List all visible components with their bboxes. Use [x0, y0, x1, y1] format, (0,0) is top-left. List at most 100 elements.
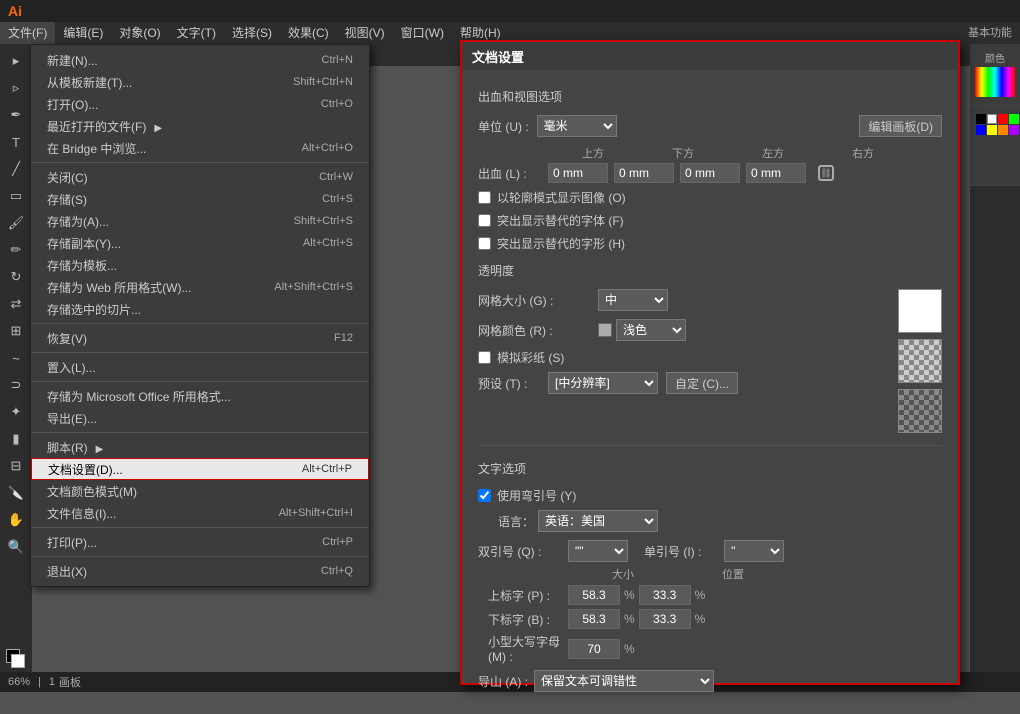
- preset-row: 预设 (T) : [中分辨率][高分辨率][低分辨率] 自定 (C)...: [478, 372, 888, 394]
- dropdown-item-6[interactable]: 存储(S)Ctrl+S: [31, 188, 369, 210]
- tool-type[interactable]: T: [2, 129, 30, 155]
- superscript-label: 上标字 (P) :: [488, 587, 568, 604]
- tool-pen[interactable]: ✒: [2, 102, 30, 128]
- swatch-panel-strip[interactable]: [970, 106, 1020, 186]
- menubar-item-view[interactable]: 视图(V): [337, 22, 393, 44]
- outline-mode-row: 以轮廓模式显示图像 (O): [478, 189, 942, 206]
- dropdown-item-1[interactable]: 从模板新建(T)...Shift+Ctrl+N: [31, 71, 369, 93]
- shortcut-label: Ctrl+W: [319, 171, 353, 183]
- menu-separator: [31, 556, 369, 557]
- dropdown-item-18[interactable]: 文档颜色模式(M): [31, 480, 369, 502]
- menubar-item-window[interactable]: 窗口(W): [393, 22, 452, 44]
- simulate-paper-checkbox[interactable]: [478, 351, 491, 364]
- grid-previews: [898, 289, 942, 433]
- superscript-size-input[interactable]: [568, 585, 620, 605]
- dropdown-item-3[interactable]: 最近打开的文件(F)▶: [31, 115, 369, 137]
- tool-rotate[interactable]: ↻: [2, 264, 30, 290]
- simulate-paper-row: 模拟彩纸 (S): [478, 349, 888, 366]
- grid-color-swatch: [598, 323, 612, 337]
- superscript-pos-input[interactable]: [639, 585, 691, 605]
- quotes-row: 双引号 (Q) : "" 单引号 (I) : '': [478, 540, 942, 562]
- dropdown-item-5[interactable]: 关闭(C)Ctrl+W: [31, 166, 369, 188]
- grid-preview-checker-dark: [898, 389, 942, 433]
- bleed-top-input[interactable]: [548, 163, 608, 183]
- dropdown-item-14[interactable]: 存储为 Microsoft Office 所用格式...: [31, 385, 369, 407]
- edit-canvas-btn[interactable]: 编辑画板(D): [859, 115, 942, 137]
- dropdown-item-13[interactable]: 置入(L)...: [31, 356, 369, 378]
- subscript-pos-input[interactable]: [639, 609, 691, 629]
- shortcut-label: Alt+Shift+Ctrl+I: [279, 507, 353, 519]
- single-quote-select[interactable]: '': [724, 540, 784, 562]
- dropdown-item-15[interactable]: 导出(E)...: [31, 407, 369, 429]
- dropdown-item-19[interactable]: 文件信息(I)...Alt+Shift+Ctrl+I: [31, 502, 369, 524]
- bleed-bottom-header: 下方: [638, 145, 728, 161]
- dropdown-item-0[interactable]: 新建(N)...Ctrl+N: [31, 49, 369, 71]
- tool-warp[interactable]: ~: [2, 345, 30, 371]
- language-select[interactable]: 英语：美国: [538, 510, 658, 532]
- menubar-item-object[interactable]: 对象(O): [111, 22, 168, 44]
- preset-select[interactable]: [中分辨率][高分辨率][低分辨率]: [548, 372, 658, 394]
- dropdown-item-7[interactable]: 存储为(A)...Shift+Ctrl+S: [31, 210, 369, 232]
- highlight-glyphs-checkbox[interactable]: [478, 237, 491, 250]
- tool-symbol[interactable]: ✦: [2, 399, 30, 425]
- dropdown-item-20[interactable]: 打印(P)...Ctrl+P: [31, 531, 369, 553]
- tool-zoom[interactable]: 🔍: [2, 534, 30, 560]
- menu-separator: [31, 162, 369, 163]
- grid-color-select[interactable]: 浅色中等深色: [616, 319, 686, 341]
- grid-color-row: 网格颜色 (R) : 浅色中等深色: [478, 319, 888, 341]
- dropdown-item-8[interactable]: 存储副本(Y)...Alt+Ctrl+S: [31, 232, 369, 254]
- smart-quotes-checkbox[interactable]: [478, 489, 491, 502]
- tool-direct-select[interactable]: ▹: [2, 75, 30, 101]
- chain-link-icon[interactable]: ⛓: [818, 165, 834, 181]
- menubar-item-edit[interactable]: 编辑(E): [55, 22, 111, 44]
- tool-line[interactable]: ╱: [2, 156, 30, 182]
- outline-mode-checkbox[interactable]: [478, 191, 491, 204]
- dropdown-item-11[interactable]: 存储选中的切片...: [31, 298, 369, 320]
- tool-rectangle[interactable]: ▭: [2, 183, 30, 209]
- menubar-item-text[interactable]: 文字(T): [169, 22, 224, 44]
- custom-btn[interactable]: 自定 (C)...: [666, 372, 738, 394]
- menubar-item-file[interactable]: 文件(F): [0, 22, 55, 44]
- transparency-controls: 网格大小 (G) : 中小大 网格颜色 (R) : 浅色中等深色: [478, 289, 888, 433]
- tool-scale[interactable]: ⊞: [2, 318, 30, 344]
- unit-select[interactable]: 毫米 像素 厘米: [537, 115, 617, 137]
- dropdown-item-9[interactable]: 存储为模板...: [31, 254, 369, 276]
- small-caps-input[interactable]: [568, 639, 620, 659]
- transparency-section-title: 透明度: [478, 262, 942, 279]
- bleed-top-header: 上方: [548, 145, 638, 161]
- tool-select[interactable]: ▸: [2, 48, 30, 74]
- dropdown-item-10[interactable]: 存储为 Web 所用格式(W)...Alt+Shift+Ctrl+S: [31, 276, 369, 298]
- menubar-item-select[interactable]: 选择(S): [224, 22, 280, 44]
- dropdown-item-21[interactable]: 退出(X)Ctrl+Q: [31, 560, 369, 582]
- tool-hand[interactable]: ✋: [2, 507, 30, 533]
- subscript-size-input[interactable]: [568, 609, 620, 629]
- tool-paintbrush[interactable]: 🖌: [2, 210, 30, 236]
- highlight-fonts-checkbox[interactable]: [478, 214, 491, 227]
- preset-label: 预设 (T) :: [478, 375, 548, 392]
- bleed-right-input[interactable]: [746, 163, 806, 183]
- bleed-bottom-input[interactable]: [614, 163, 674, 183]
- bleed-left-input[interactable]: [680, 163, 740, 183]
- dropdown-item-16[interactable]: 脚本(R)▶: [31, 436, 369, 458]
- transparency-section: 透明度 网格大小 (G) : 中小大 网格颜色 (R) :: [478, 262, 942, 433]
- grid-size-select[interactable]: 中小大: [598, 289, 668, 311]
- tool-width[interactable]: ⊃: [2, 372, 30, 398]
- text-section-title: 文字选项: [478, 460, 942, 477]
- dropdown-item-4[interactable]: 在 Bridge 中浏览...Alt+Ctrl+O: [31, 137, 369, 159]
- shortcut-label: Shift+Ctrl+S: [294, 215, 353, 227]
- canvas-label: 画板: [59, 674, 81, 690]
- dropdown-item-12[interactable]: 恢复(V)F12: [31, 327, 369, 349]
- double-quote-select[interactable]: "": [568, 540, 628, 562]
- highlight-glyphs-row: 突出显示替代的字形 (H): [478, 235, 942, 252]
- tool-slice[interactable]: 🔪: [2, 480, 30, 506]
- tool-column-graph[interactable]: ▮: [2, 426, 30, 452]
- tool-fill[interactable]: [2, 645, 30, 671]
- tool-reflect[interactable]: ⇄: [2, 291, 30, 317]
- tool-pencil[interactable]: ✏: [2, 237, 30, 263]
- menubar-item-effect[interactable]: 效果(C): [280, 22, 337, 44]
- export-select[interactable]: 保留文本可调错性: [534, 670, 714, 692]
- color-panel-strip[interactable]: 颜色: [970, 44, 1020, 106]
- dropdown-item-17[interactable]: 文档设置(D)...Alt+Ctrl+P: [31, 458, 369, 480]
- tool-artboard[interactable]: ⊟: [2, 453, 30, 479]
- dropdown-item-2[interactable]: 打开(O)...Ctrl+O: [31, 93, 369, 115]
